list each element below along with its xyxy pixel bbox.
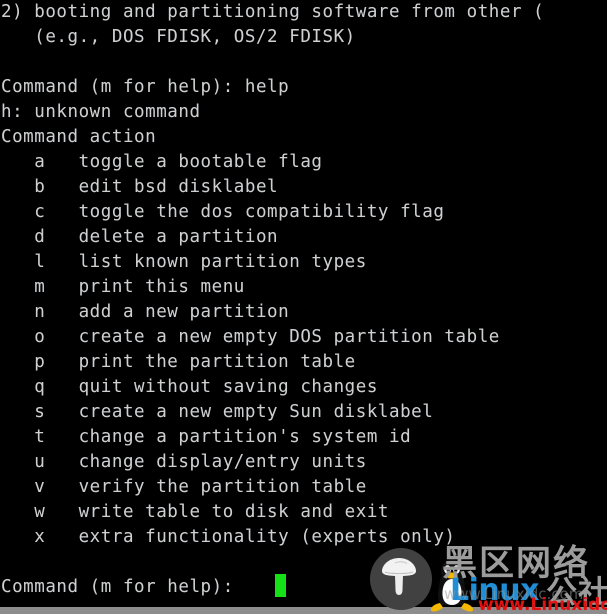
terminal-line-active-prompt: Command (m for help):	[1, 577, 245, 597]
terminal-line-command-v: v verify the partition table	[1, 477, 367, 497]
terminal-line: 2) booting and partitioning software fro…	[1, 2, 545, 22]
terminal-line-prompt-help: Command (m for help): help	[1, 77, 290, 97]
terminal-line-menu-header: Command action	[1, 127, 157, 147]
bottom-status-bar	[0, 607, 607, 614]
terminal-line-command-w: w write table to disk and exit	[1, 502, 390, 522]
terminal-line-command-s: s create a new empty Sun disklabel	[1, 402, 434, 422]
terminal-line-command-o: o create a new empty DOS partition table	[1, 327, 500, 347]
terminal-line-command-m: m print this menu	[1, 277, 245, 297]
text-cursor	[275, 574, 286, 597]
terminal-output[interactable]: 2) booting and partitioning software fro…	[0, 0, 607, 607]
terminal-line-command-b: b edit bsd disklabel	[1, 177, 279, 197]
terminal-line-command-u: u change display/entry units	[1, 452, 367, 472]
terminal-line-command-q: q quit without saving changes	[1, 377, 378, 397]
terminal-line-command-n: n add a new partition	[1, 302, 290, 322]
terminal-line-command-t: t change a partition's system id	[1, 427, 412, 447]
terminal-line-command-x: x extra functionality (experts only)	[1, 527, 456, 547]
terminal-line-command-a: a toggle a bootable flag	[1, 152, 323, 172]
terminal-line: (e.g., DOS FDISK, OS/2 FDISK)	[1, 27, 356, 47]
terminal-line-command-l: l list known partition types	[1, 252, 367, 272]
terminal-line-command-p: p print the partition table	[1, 352, 356, 372]
terminal-line-command-c: c toggle the dos compatibility flag	[1, 202, 445, 222]
terminal-line-error: h: unknown command	[1, 102, 201, 122]
terminal-line-command-d: d delete a partition	[1, 227, 279, 247]
terminal-screen: 2) booting and partitioning software fro…	[0, 0, 607, 614]
